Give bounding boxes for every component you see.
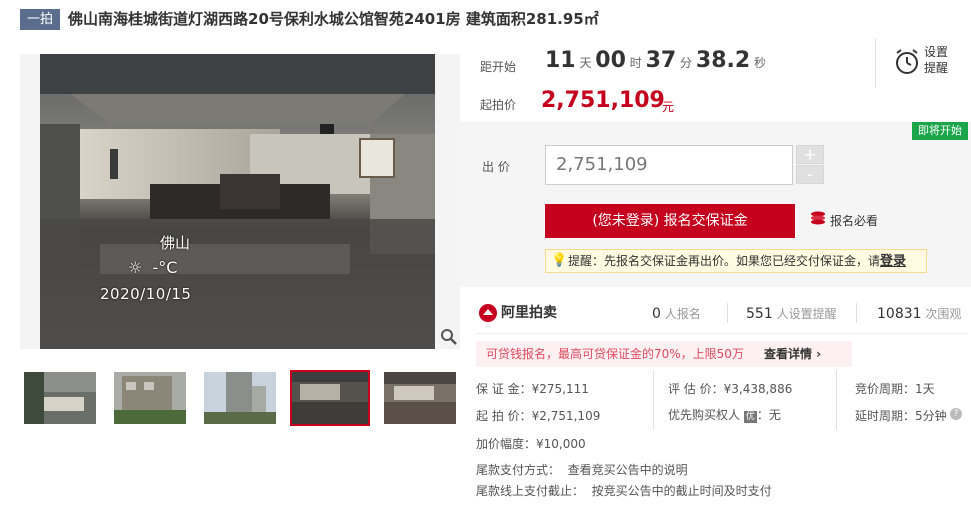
alibaba-auction-logo-icon bbox=[478, 303, 498, 326]
status-badge: 即将开始 bbox=[912, 122, 968, 140]
login-tip-text: 提醒：先报名交保证金再出价。如果您已经交付保证金，请 bbox=[568, 254, 881, 268]
reminder-count-label: 人设置提醒 bbox=[776, 307, 837, 321]
thumbnail[interactable] bbox=[384, 372, 456, 424]
set-reminder-button[interactable]: 设置 提醒 bbox=[924, 44, 948, 76]
view-count-label: 次围观 bbox=[925, 307, 962, 321]
main-photo[interactable] bbox=[40, 54, 435, 349]
register-deposit-button[interactable]: (您未登录) 报名交保证金 bbox=[545, 204, 795, 238]
thumbnail[interactable] bbox=[24, 372, 96, 424]
countdown-minutes: 37 bbox=[645, 48, 677, 73]
countdown-seconds: 38.2 bbox=[695, 48, 751, 73]
priority-buyer-value: ：无 bbox=[756, 408, 781, 422]
coins-icon bbox=[810, 211, 826, 228]
help-icon[interactable]: ? bbox=[950, 408, 962, 420]
page-title: 佛山南海桂城街道灯湖西路20号保利水城公馆智苑2401房 建筑面积281.95㎡ bbox=[68, 10, 599, 28]
tail-payment-method: 尾款支付方式： 查看竞买公告中的说明 bbox=[476, 461, 688, 478]
lightbulb-icon: 💡 bbox=[551, 253, 568, 268]
countdown-hours-unit: 时 bbox=[629, 56, 642, 70]
countdown-days: 11 bbox=[545, 48, 576, 73]
zoom-icon[interactable] bbox=[440, 328, 458, 346]
watermark-weather: ☼ -°C bbox=[128, 258, 177, 277]
signup-count: 0 人报名 bbox=[652, 305, 701, 322]
view-count-value: 10831 bbox=[877, 306, 922, 322]
bid-label: 出 价 bbox=[482, 160, 510, 174]
tail-deadline-value: 按竞买公告中的截止时间及时支付 bbox=[591, 484, 772, 498]
thumbnail[interactable] bbox=[204, 372, 276, 424]
priority-badge: 优 bbox=[743, 411, 757, 423]
countdown-label: 距开始 bbox=[480, 60, 517, 74]
auction-round-tag: 一拍 bbox=[20, 9, 60, 30]
reminder-count-value: 551 bbox=[746, 306, 773, 322]
loan-promo-text: 可贷钱报名，最高可贷保证金的70%，上限50万 bbox=[486, 347, 744, 361]
loan-promo-banner: 可贷钱报名，最高可贷保证金的70%，上限50万 查看详情 › bbox=[476, 341, 852, 367]
tail-payment-label: 尾款支付方式： bbox=[476, 463, 561, 477]
priority-buyer-label: 优先购买权人 bbox=[668, 408, 741, 422]
tail-deadline-label: 尾款线上支付截止： bbox=[476, 484, 585, 498]
countdown-seconds-unit: 秒 bbox=[754, 56, 767, 70]
divider bbox=[875, 38, 876, 88]
signup-count-value: 0 bbox=[652, 306, 661, 322]
signup-count-label: 人报名 bbox=[664, 307, 701, 321]
thumbnail[interactable] bbox=[114, 372, 186, 424]
tail-payment-value: 查看竞买公告中的说明 bbox=[567, 463, 688, 477]
countdown-minutes-unit: 分 bbox=[680, 56, 693, 70]
priority-buyer-info: 优先购买权人 优：无 bbox=[668, 406, 781, 423]
divider bbox=[476, 333, 968, 334]
countdown-hours: 00 bbox=[595, 48, 626, 73]
increase-bid-button[interactable]: + bbox=[796, 145, 824, 164]
reminder-count: 551 人设置提醒 bbox=[746, 305, 837, 322]
auction-cycle-info: 竞价周期：1天 bbox=[855, 382, 935, 396]
delay-period-info: 延时周期：5分钟 bbox=[855, 409, 947, 423]
appraisal-info: 评 估 价：¥3,438,886 bbox=[668, 382, 793, 396]
watermark-city: 佛山 bbox=[160, 234, 191, 252]
bid-input[interactable]: 2,751,109 bbox=[545, 145, 793, 185]
login-tip: 💡 提醒：先报名交保证金再出价。如果您已经交付保证金，请登录 bbox=[545, 249, 927, 273]
sun-icon: ☼ bbox=[128, 258, 143, 277]
watermark-temp: -°C bbox=[152, 258, 178, 277]
start-price-info: 起 拍 价：¥2,751,109 bbox=[476, 409, 601, 423]
set-reminder-line2: 提醒 bbox=[924, 61, 949, 75]
view-count: 10831 次围观 bbox=[877, 305, 961, 322]
tail-payment-deadline: 尾款线上支付截止： 按竞买公告中的截止时间及时支付 bbox=[476, 482, 772, 499]
start-price-label: 起拍价 bbox=[480, 98, 517, 112]
decrease-bid-button[interactable]: - bbox=[796, 165, 824, 184]
login-link[interactable]: 登录 bbox=[880, 254, 906, 269]
bid-increment-info: 加价幅度：¥10,000 bbox=[476, 437, 586, 451]
countdown-days-unit: 天 bbox=[579, 56, 592, 70]
start-price-unit: 元 bbox=[662, 100, 675, 114]
brand-name: 阿里拍卖 bbox=[501, 305, 557, 321]
thumbnail-selected[interactable] bbox=[290, 370, 370, 426]
set-reminder-line1: 设置 bbox=[924, 45, 949, 59]
divider bbox=[856, 303, 857, 323]
watermark-date: 2020/10/15 bbox=[100, 285, 192, 303]
view-details-link[interactable]: 查看详情 › bbox=[764, 347, 821, 361]
countdown: 11 天 00 时 37 分 38.2 秒 bbox=[545, 48, 766, 74]
alarm-clock-icon[interactable] bbox=[894, 48, 920, 79]
divider bbox=[653, 370, 654, 430]
must-read-link[interactable]: 报名必看 bbox=[830, 212, 878, 229]
deposit-info: 保 证 金：¥275,111 bbox=[476, 382, 589, 396]
divider bbox=[836, 370, 837, 430]
divider bbox=[727, 303, 728, 323]
start-price-value: 2,751,109 bbox=[541, 88, 665, 113]
